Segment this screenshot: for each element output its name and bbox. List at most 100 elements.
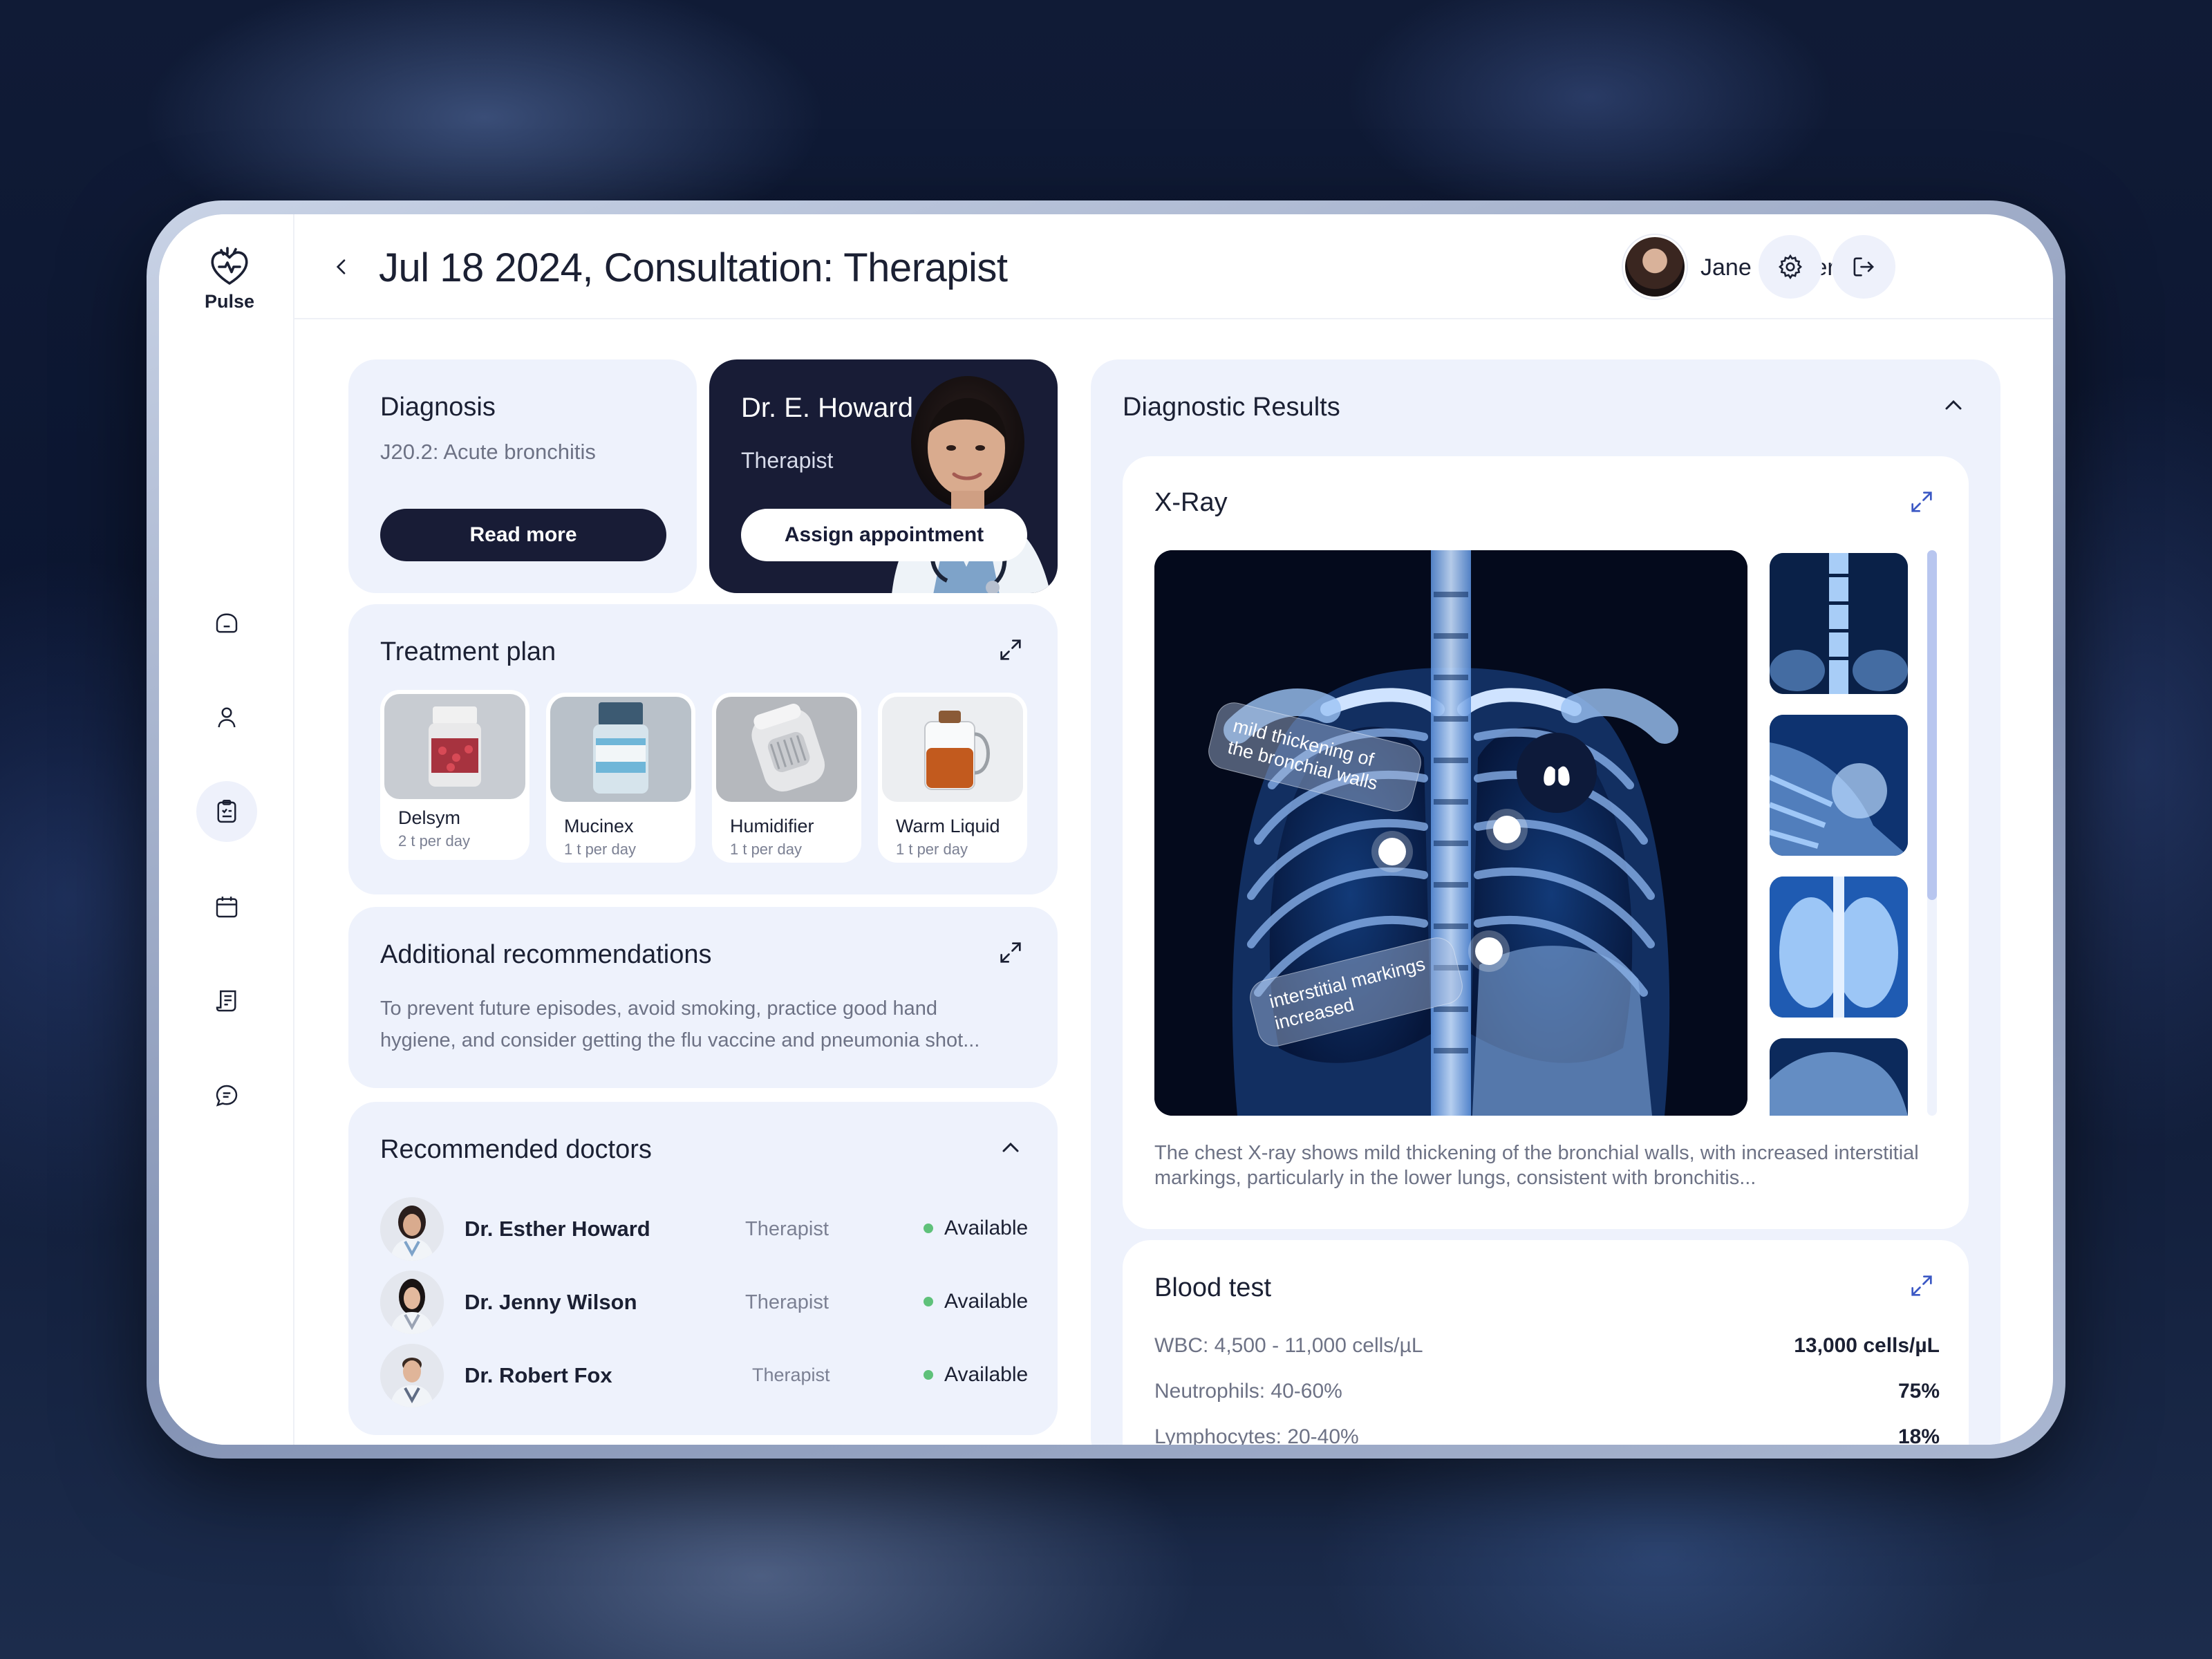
receipt-icon [216,990,236,1012]
expand-icon[interactable] [997,636,1024,664]
recommendations-title: Additional recommendations [380,940,712,969]
settings-button[interactable] [1759,235,1822,299]
blood-test-row: Lymphocytes: 20-40% 18% [1154,1425,1940,1445]
home-icon [216,613,238,633]
doctor-row-role: Therapist [752,1365,830,1385]
expand-icon[interactable] [1908,488,1936,516]
treatment-item[interactable]: Mucinex 1 t per day [546,693,695,863]
gear-icon [1778,254,1803,280]
page-title: Jul 18 2024, Consultation: Therapist [379,245,1008,290]
diagnosis-code: J20.2: Acute bronchitis [380,440,596,464]
spine-xray-thumbnail-image [1770,553,1908,694]
treatment-item-dose: 1 t per day [564,841,636,858]
doctor-row-role: Therapist [745,1218,829,1240]
xray-marker[interactable] [1475,937,1503,965]
doctor-card: Dr. E. Howard Therapist Assign appointme… [709,359,1058,593]
doctor-row[interactable]: Dr. Esther Howard Therapist Available [380,1197,1030,1261]
expand-icon[interactable] [997,939,1024,966]
doctor-row-status: Available [944,1217,1029,1239]
read-more-button[interactable]: Read more [380,509,666,561]
heart-logo-icon [211,247,248,285]
user-avatar[interactable] [1623,235,1687,299]
doctor-avatar [380,1197,444,1261]
doctor-row-name: Dr. Robert Fox [465,1363,612,1387]
blood-test-label: Lymphocytes: 20-40% [1154,1425,1359,1445]
blood-test-value: 13,000 cells/µL [1794,1334,1940,1357]
sidebar-item-records[interactable] [196,781,257,842]
diagnostic-results-panel: Diagnostic Results X-Ray mild thickening… [1091,359,2000,1445]
treatment-item-dose: 1 t per day [730,841,802,858]
xray-thumbnails-scrollbar[interactable] [1927,550,1937,1116]
treatment-item[interactable]: Delsym 2 t per day [380,690,529,860]
treatment-item-dose: 1 t per day [896,841,968,858]
calendar-icon [216,897,238,918]
lungs-icon [1544,760,1570,786]
sidebar-item-profile[interactable] [196,687,257,748]
humidifier-image [716,697,857,802]
diagnosis-card: Diagnosis J20.2: Acute bronchitis Read m… [348,359,697,593]
app-window: Pulse Jul 18 2024, Consultation: Therapi… [159,214,2053,1445]
doctor-row-name: Dr. Esther Howard [465,1217,650,1241]
recommendations-card: Additional recommendations To prevent fu… [348,907,1058,1088]
sidebar-item-messages[interactable] [196,1065,257,1126]
treatment-plan-card: Treatment plan Delsym 2 t per day Mucine… [348,604,1058,894]
doctor-avatar [380,1344,444,1407]
treatment-item[interactable]: Warm Liquid 1 t per day [878,693,1027,863]
medicine-bottle-image [384,694,525,799]
xray-card: X-Ray mild thickening of the bronchial w… [1123,456,1969,1229]
status-dot [924,1297,933,1306]
sidebar-item-home[interactable] [196,592,257,653]
sidebar: Pulse [159,214,294,1445]
logout-icon [1853,257,1874,276]
logo-text: Pulse [204,291,255,312]
xray-main-image[interactable]: mild thickening of the bronchial walls i… [1154,550,1747,1116]
teapot-image [882,697,1023,802]
treatment-item-name: Mucinex [564,816,634,836]
chevron-up-icon[interactable] [1940,391,1967,419]
doctor-row[interactable]: Dr. Jenny Wilson Therapist Available [380,1271,1030,1334]
user-icon [218,707,236,728]
header: Jul 18 2024, Consultation: Therapist Jan… [294,214,2053,319]
skull-xray-thumbnail-image [1770,1038,1908,1116]
blood-test-value: 18% [1897,1425,1940,1445]
blood-test-row: Neutrophils: 40-60% 75% [1154,1380,1940,1410]
chevron-up-icon[interactable] [997,1134,1024,1161]
treatment-item-name: Delsym [398,807,461,828]
logout-button[interactable] [1832,235,1895,299]
doctor-row-status: Available [944,1290,1029,1313]
xray-description: The chest X-ray shows mild thickening of… [1154,1142,1919,1189]
diagnosis-title: Diagnosis [380,393,496,422]
scrollbar-thumb[interactable] [1927,550,1937,900]
treatment-item-name: Humidifier [730,816,814,836]
diagnostic-results-title: Diagnostic Results [1123,393,1340,422]
recommendations-text: To prevent future episodes, avoid smokin… [380,997,980,1051]
sidebar-item-documents[interactable] [196,971,257,1031]
medicine-bottle-image [550,697,691,802]
doctor-row[interactable]: Dr. Robert Fox Therapist Available [380,1344,1030,1407]
sidebar-item-calendar[interactable] [196,877,257,937]
recommended-doctors-title: Recommended doctors [380,1135,652,1164]
xray-thumbnail[interactable] [1770,877,1908,1018]
treatment-item[interactable]: Humidifier 1 t per day [712,693,861,863]
chest-xray-image [1154,550,1747,1116]
xray-marker[interactable] [1493,816,1521,843]
xray-thumbnail[interactable] [1770,1038,1908,1116]
assign-appointment-button[interactable]: Assign appointment [741,509,1027,561]
blood-test-label: Neutrophils: 40-60% [1154,1380,1342,1403]
chat-icon [216,1085,238,1107]
doctor-row-status: Available [944,1363,1029,1386]
xray-marker[interactable] [1378,838,1406,865]
treatment-item-dose: 2 t per day [398,832,470,850]
xray-thumbnail[interactable] [1770,553,1908,694]
xray-thumbnail[interactable] [1770,715,1908,856]
chevron-left-icon[interactable] [330,256,353,278]
treatment-item-name: Warm Liquid [896,816,1000,836]
expand-icon[interactable] [1908,1272,1936,1300]
blood-test-value: 75% [1897,1380,1940,1403]
xray-title: X-Ray [1154,488,1228,517]
blood-test-row: WBC: 4,500 - 11,000 cells/µL 13,000 cell… [1154,1334,1940,1365]
shoulder-xray-thumbnail-image [1770,715,1908,856]
doctor-row-role: Therapist [745,1291,829,1313]
logo[interactable]: Pulse [202,242,257,312]
lungs-button[interactable] [1517,733,1597,813]
